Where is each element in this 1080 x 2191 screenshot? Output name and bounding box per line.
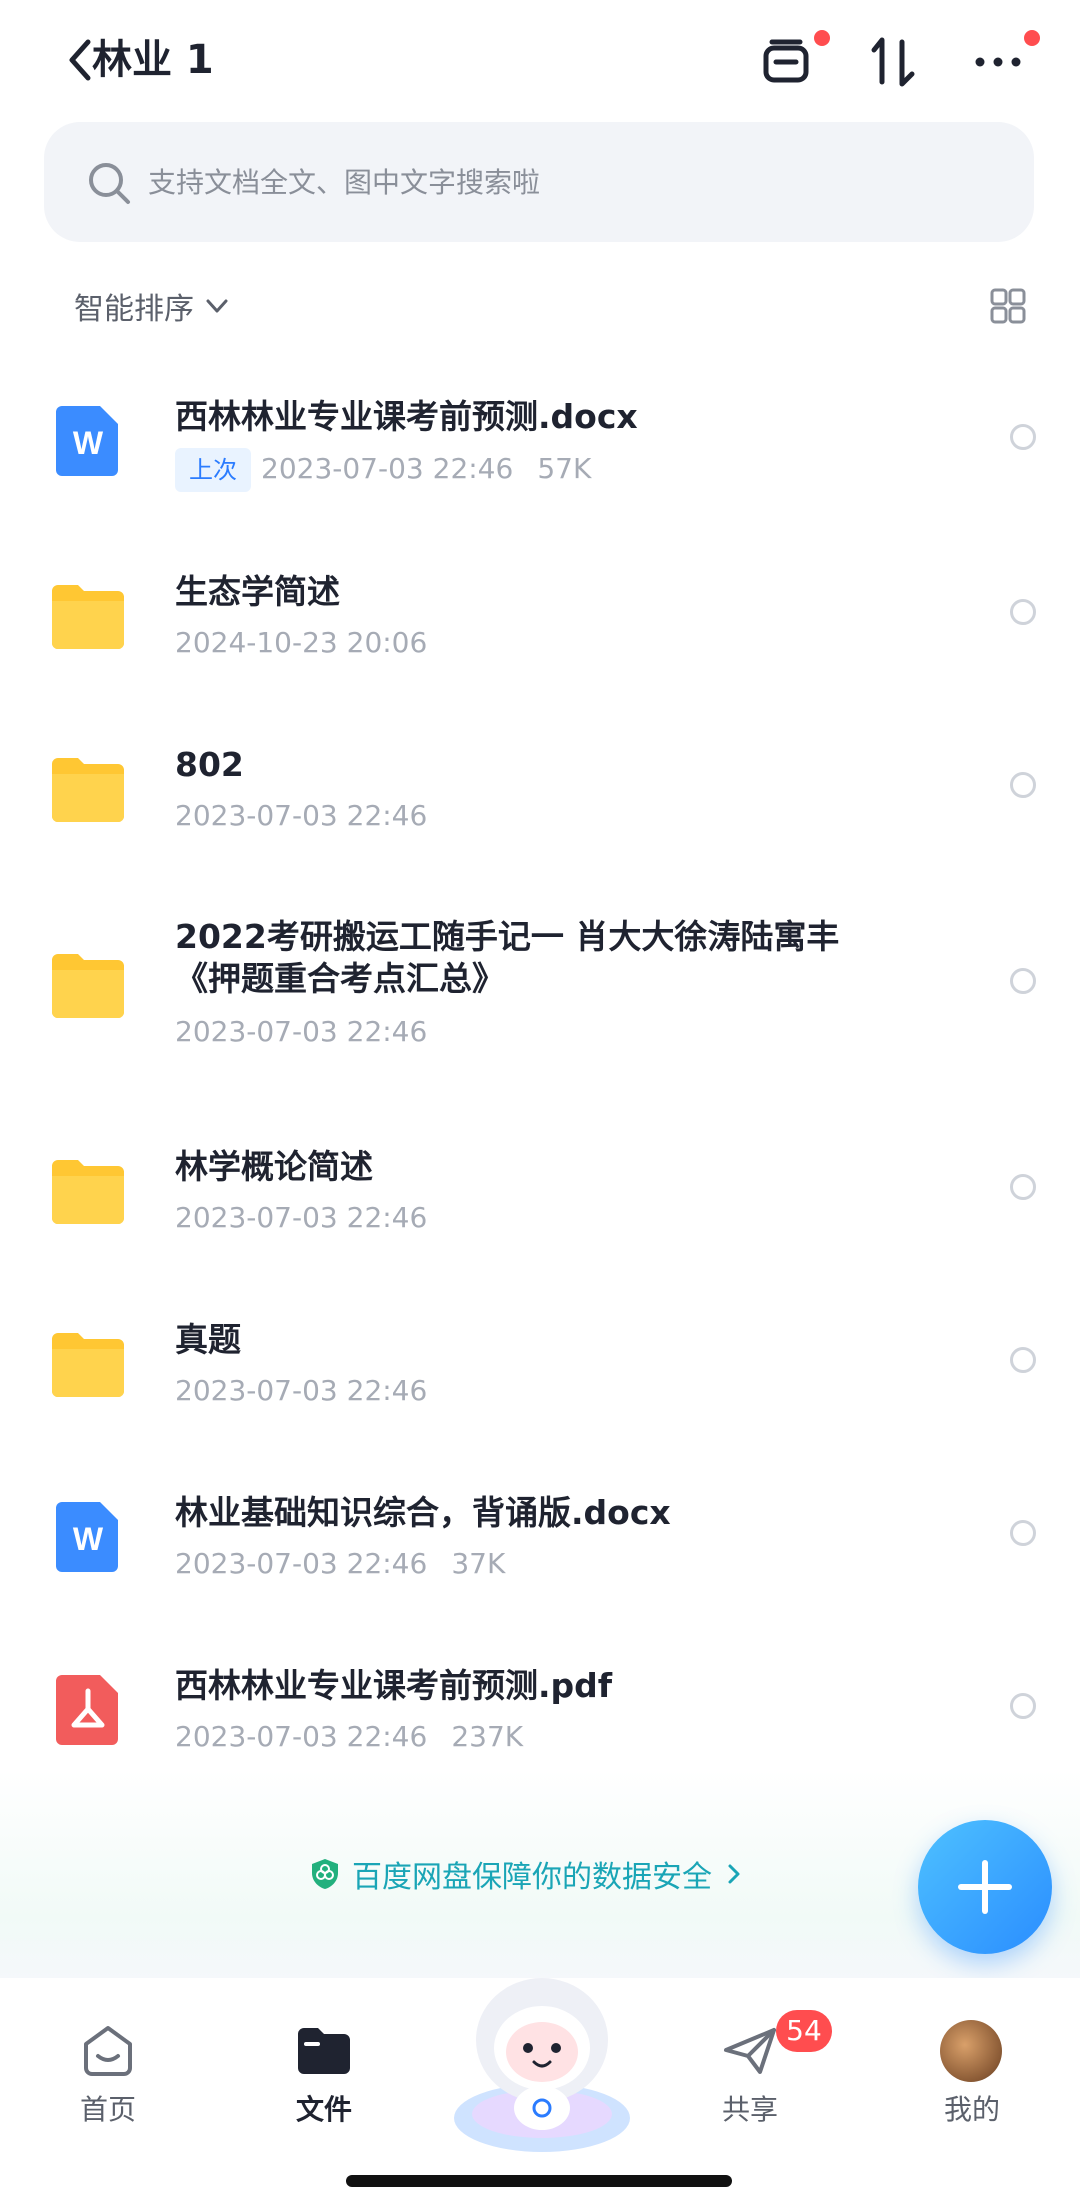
- sort-arrows-icon[interactable]: [866, 34, 922, 90]
- folder-name-line2: 《押题重合考点汇总》: [175, 959, 505, 998]
- select-checkbox[interactable]: [1010, 772, 1036, 798]
- file-size: 237K: [451, 1720, 524, 1753]
- select-checkbox[interactable]: [1010, 1520, 1036, 1546]
- folder-name: 林学概论简述: [175, 1147, 373, 1186]
- page-title: 林业 1: [92, 37, 214, 83]
- folder-icon: [52, 1160, 124, 1224]
- folder-date: 2023-07-03 22:46: [175, 1201, 428, 1234]
- notification-dot: [814, 30, 830, 46]
- folder-date: 2023-07-03 22:46: [175, 799, 428, 832]
- folder-icon: [52, 585, 124, 649]
- unread-badge: 54: [776, 2010, 832, 2052]
- file-size: 37K: [451, 1547, 506, 1580]
- folder-icon: [52, 1333, 124, 1397]
- select-checkbox[interactable]: [1010, 1347, 1036, 1373]
- shield-icon: [312, 1859, 338, 1889]
- list-item[interactable]: 2022考研搬运工随手记一 肖大大徐涛陆寓丰 《押题重合考点汇总》 2023-0…: [0, 900, 1080, 1060]
- nav-share-label: 共享: [721, 2093, 778, 2126]
- folder-name: 生态学简述: [175, 572, 340, 611]
- folder-date: 2023-07-03 22:46: [175, 1374, 428, 1407]
- chevron-right-icon: [728, 1864, 740, 1884]
- sort-dropdown[interactable]: 智能排序: [74, 282, 230, 330]
- file-date: 2023-07-03 22:46: [175, 1720, 428, 1753]
- file-name: 西林林业专业课考前预测.docx: [175, 397, 638, 436]
- last-opened-tag: 上次: [175, 448, 251, 492]
- list-item[interactable]: 生态学简述 2024-10-23 20:06: [0, 555, 1080, 675]
- file-meta: 上次 2023-07-03 22:46 57K: [175, 448, 591, 492]
- nav-files[interactable]: 文件: [264, 2020, 384, 2128]
- folder-name: 802: [175, 745, 244, 784]
- nav-files-label: 文件: [295, 2093, 352, 2126]
- file-date: 2023-07-03 22:46: [175, 1547, 428, 1580]
- pdf-file-icon: [56, 1675, 118, 1745]
- top-bar: 林业 1: [0, 0, 1080, 120]
- more-icon[interactable]: [972, 34, 1028, 90]
- list-item[interactable]: W 西林林业专业课考前预测.docx 上次 2023-07-03 22:46 57K: [0, 380, 1080, 500]
- select-checkbox[interactable]: [1010, 1693, 1036, 1719]
- folder-name: 真题: [175, 1320, 241, 1359]
- word-file-icon: W: [56, 1502, 118, 1572]
- file-size: 57K: [537, 452, 592, 485]
- search-bar[interactable]: [44, 122, 1034, 242]
- folder-date: 2024-10-23 20:06: [175, 626, 428, 659]
- add-button[interactable]: [918, 1820, 1052, 1954]
- folder-icon: [52, 954, 124, 1018]
- folder-icon: [298, 2028, 350, 2074]
- security-banner-text: 百度网盘保障你的数据安全: [352, 1860, 712, 1895]
- list-item[interactable]: 802 2023-07-03 22:46: [0, 728, 1080, 848]
- select-checkbox[interactable]: [1010, 599, 1036, 625]
- word-file-icon: W: [56, 406, 118, 476]
- nav-home[interactable]: 首页: [48, 2020, 168, 2128]
- file-meta: 2023-07-03 22:46 237K: [175, 1717, 523, 1757]
- sort-label: 智能排序: [74, 292, 194, 327]
- file-name: 西林林业专业课考前预测.pdf: [175, 1666, 613, 1705]
- nav-home-label: 首页: [79, 2093, 136, 2126]
- search-input[interactable]: [148, 154, 988, 210]
- list-item[interactable]: 西林林业专业课考前预测.pdf 2023-07-03 22:46 237K: [0, 1649, 1080, 1769]
- plus-icon: [958, 1860, 1012, 1914]
- file-name: 林业基础知识综合，背诵版.docx: [175, 1493, 671, 1532]
- select-checkbox[interactable]: [1010, 968, 1036, 994]
- file-meta: 2023-07-03 22:46 37K: [175, 1544, 505, 1584]
- transfer-list-icon[interactable]: [760, 34, 816, 90]
- avatar[interactable]: [940, 2020, 1002, 2082]
- share-icon: [724, 2028, 776, 2074]
- folder-name-line1: 2022考研搬运工随手记一 肖大大徐涛陆寓丰: [175, 917, 840, 956]
- select-checkbox[interactable]: [1010, 1174, 1036, 1200]
- folder-icon: [52, 758, 124, 822]
- home-icon: [84, 2026, 132, 2076]
- folder-date: 2023-07-03 22:46: [175, 1015, 428, 1048]
- search-icon: [89, 163, 130, 204]
- list-item[interactable]: W 林业基础知识综合，背诵版.docx 2023-07-03 22:46 37K: [0, 1476, 1080, 1596]
- select-checkbox[interactable]: [1010, 424, 1036, 450]
- home-indicator: [346, 2175, 732, 2187]
- list-item[interactable]: 林学概论简述 2023-07-03 22:46: [0, 1130, 1080, 1250]
- list-item[interactable]: 真题 2023-07-03 22:46: [0, 1303, 1080, 1423]
- mascot-icon[interactable]: [452, 1968, 632, 2158]
- grid-view-icon[interactable]: [990, 288, 1026, 324]
- svg-text:W: W: [73, 425, 104, 461]
- chevron-down-icon: [206, 299, 228, 313]
- security-banner-link[interactable]: 百度网盘保障你的数据安全: [308, 1852, 744, 1896]
- svg-text:W: W: [73, 1521, 104, 1557]
- file-date: 2023-07-03 22:46: [261, 452, 514, 485]
- nav-profile-label: 我的: [943, 2093, 1000, 2126]
- notification-dot: [1024, 30, 1040, 46]
